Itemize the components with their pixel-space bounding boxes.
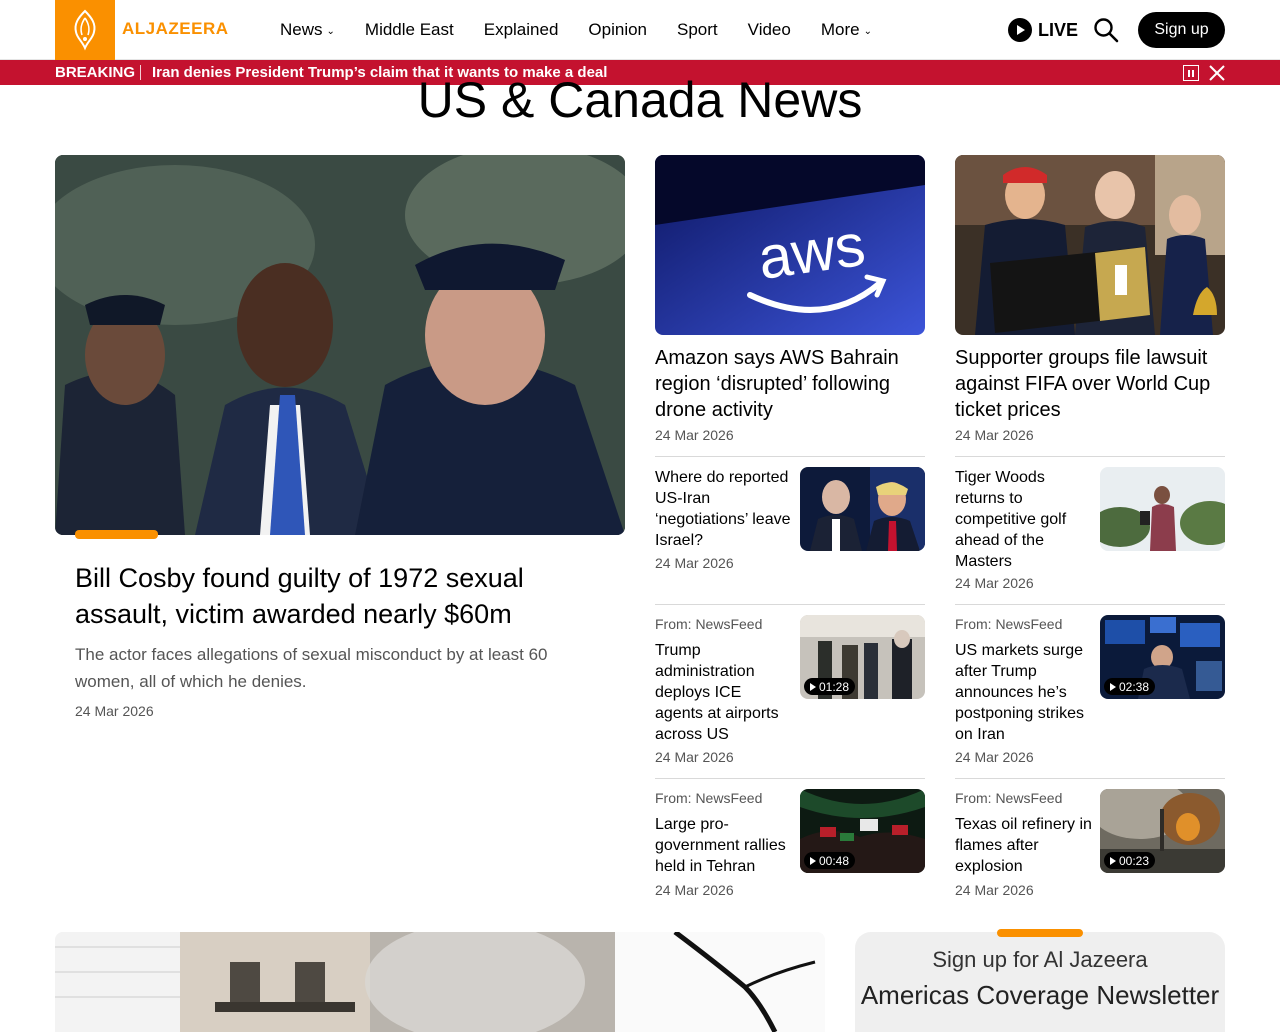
aws-story-headline[interactable]: Amazon says AWS Bahrain region ‘disrupte… [655,345,925,423]
divider [955,456,1225,457]
play-icon [1008,18,1032,42]
markets-story-headline[interactable]: US markets surge after Trump announces h… [955,640,1093,745]
search-icon[interactable] [1093,17,1119,43]
nav-more[interactable]: More ⌄ [821,20,872,40]
nav-opinion[interactable]: Opinion [588,20,647,40]
chevron-down-icon: ⌄ [863,25,872,37]
leaders-photo [800,467,925,551]
aws-story-image[interactable]: aws [655,155,925,335]
divider [655,456,925,457]
texas-story-headline[interactable]: Texas oil refinery in flames after explo… [955,814,1093,877]
main-nav: News ⌄ Middle East Explained Opinion Spor… [280,0,872,60]
tehran-video-thumbnail[interactable]: 00:48 [800,789,925,873]
israel-story-date: 24 Mar 2026 [655,555,734,571]
video-duration-badge: 00:48 [804,852,856,869]
source-label: From: NewsFeed [655,616,763,632]
bottom-story-image[interactable] [55,932,825,1032]
chevron-down-icon: ⌄ [326,25,335,37]
feature-date: 24 Mar 2026 [75,703,154,719]
ice-story-headline[interactable]: Trump administration deploys ICE agents … [655,640,793,745]
newsletter-title: Americas Coverage Newsletter [860,980,1220,1010]
live-button[interactable]: LIVE [1008,18,1078,42]
source-label: From: NewsFeed [955,616,1063,632]
divider [655,778,925,779]
sign-up-button[interactable]: Sign up [1138,12,1225,48]
tiger-woods-date: 24 Mar 2026 [955,575,1034,591]
play-icon [1110,856,1116,865]
nav-sport[interactable]: Sport [677,20,718,40]
markets-video-thumbnail[interactable]: 02:38 [1100,615,1225,699]
nav-middle-east[interactable]: Middle East [365,20,454,40]
video-duration-badge: 00:23 [1104,852,1156,869]
damaged-building-photo [55,932,825,1032]
golfer-photo [1100,467,1225,551]
play-icon [1110,682,1116,691]
fifa-photo [955,155,1225,335]
tehran-story-date: 24 Mar 2026 [655,882,734,898]
fifa-story-date: 24 Mar 2026 [955,427,1034,443]
logo-wordmark: ALJAZEERA [122,19,229,38]
fifa-story-headline[interactable]: Supporter groups file lawsuit against FI… [955,345,1225,423]
tiger-woods-image[interactable] [1100,467,1225,551]
feature-image[interactable] [55,155,625,535]
israel-story-image[interactable] [800,467,925,551]
feature-photo [55,155,625,535]
video-duration-badge: 02:38 [1104,678,1156,695]
israel-story-headline[interactable]: Where do reported US-Iran ‘negotiations’… [655,467,793,551]
page-title: US & Canada News [417,72,863,128]
aws-story-date: 24 Mar 2026 [655,427,734,443]
divider [655,604,925,605]
ice-video-thumbnail[interactable]: 01:28 [800,615,925,699]
logo-emblem-icon [74,9,96,51]
divider [955,604,1225,605]
tiger-woods-headline[interactable]: Tiger Woods returns to competitive golf … [955,467,1093,572]
play-icon [810,856,816,865]
feature-accent-bar [75,530,158,539]
nav-explained[interactable]: Explained [484,20,559,40]
nav-news[interactable]: News ⌄ [280,20,335,40]
fifa-story-image[interactable] [955,155,1225,335]
source-label: From: NewsFeed [655,790,763,806]
aljazeera-logo[interactable] [55,0,115,60]
newsletter-accent-bar [997,929,1083,937]
divider [955,778,1225,779]
nav-video[interactable]: Video [748,20,791,40]
play-icon [810,682,816,691]
feature-summary: The actor faces allegations of sexual mi… [75,645,548,691]
tehran-story-headline[interactable]: Large pro-government rallies held in Teh… [655,814,793,877]
newsletter-subtitle: Sign up for Al Jazeera [932,947,1148,972]
video-duration-badge: 01:28 [804,678,856,695]
feature-headline[interactable]: Bill Cosby found guilty of 1972 sexual a… [75,560,575,632]
texas-video-thumbnail[interactable]: 00:23 [1100,789,1225,873]
texas-story-date: 24 Mar 2026 [955,882,1034,898]
source-label: From: NewsFeed [955,790,1063,806]
aws-photo: aws [655,155,925,335]
ice-story-date: 24 Mar 2026 [655,749,734,765]
site-header: ALJAZEERA News ⌄ Middle East Explained Op… [0,0,1280,60]
newsletter-signup-box: Sign up for Al Jazeera Americas Coverage… [855,932,1225,1032]
markets-story-date: 24 Mar 2026 [955,749,1034,765]
